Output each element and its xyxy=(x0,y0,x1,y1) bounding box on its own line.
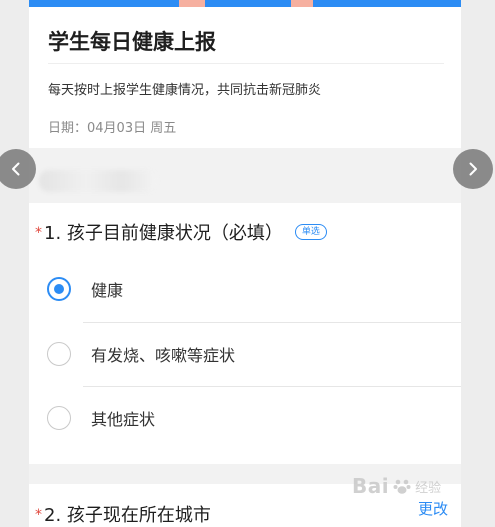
radio-checked-icon[interactable] xyxy=(47,277,71,301)
next-arrow-button[interactable] xyxy=(453,149,493,189)
question-2-title: * 2. 孩子现在所在城市 xyxy=(35,501,211,527)
blurred-content xyxy=(39,170,157,192)
divider xyxy=(48,63,444,64)
option-label: 健康 xyxy=(91,281,124,300)
question-2-label: 2. 孩子现在所在城市 xyxy=(44,505,211,526)
watermark-subtext: 经验 xyxy=(415,480,442,496)
page-title: 学生每日健康上报 xyxy=(48,30,216,54)
header-banner xyxy=(29,0,461,7)
watermark: Bai 经验 xyxy=(352,474,441,498)
radio-unchecked-icon[interactable] xyxy=(47,342,71,366)
question-1-label: 1. 孩子目前健康状况（必填） xyxy=(44,223,283,244)
radio-unchecked-icon[interactable] xyxy=(47,406,71,430)
watermark-text: Bai xyxy=(352,474,390,498)
option-label: 有发烧、咳嗽等症状 xyxy=(91,346,236,365)
chevron-left-icon xyxy=(12,162,20,176)
option-healthy[interactable]: 健康 xyxy=(47,264,461,314)
question-1-title: * 1. 孩子目前健康状况（必填） 单选 xyxy=(35,219,327,245)
divider xyxy=(83,322,461,323)
survey-date: 日期：04月03日 周五 xyxy=(48,121,177,136)
option-other-symptoms[interactable]: 其他症状 xyxy=(47,393,461,443)
chevron-right-icon xyxy=(469,162,477,176)
banner-decoration xyxy=(179,0,205,7)
required-mark: * xyxy=(35,507,42,523)
paw-icon xyxy=(393,479,411,494)
survey-card: 学生每日健康上报 每天按时上报学生健康情况，共同抗击新冠肺炎 日期：04月03日… xyxy=(29,0,461,527)
banner-decoration xyxy=(291,0,313,7)
change-city-link[interactable]: 更改 xyxy=(418,498,448,519)
option-label: 其他症状 xyxy=(91,410,156,429)
required-mark: * xyxy=(35,225,42,241)
divider xyxy=(83,386,461,387)
single-choice-badge: 单选 xyxy=(294,224,327,240)
survey-description: 每天按时上报学生健康情况，共同抗击新冠肺炎 xyxy=(48,83,322,98)
option-fever-cough[interactable]: 有发烧、咳嗽等症状 xyxy=(47,329,461,379)
